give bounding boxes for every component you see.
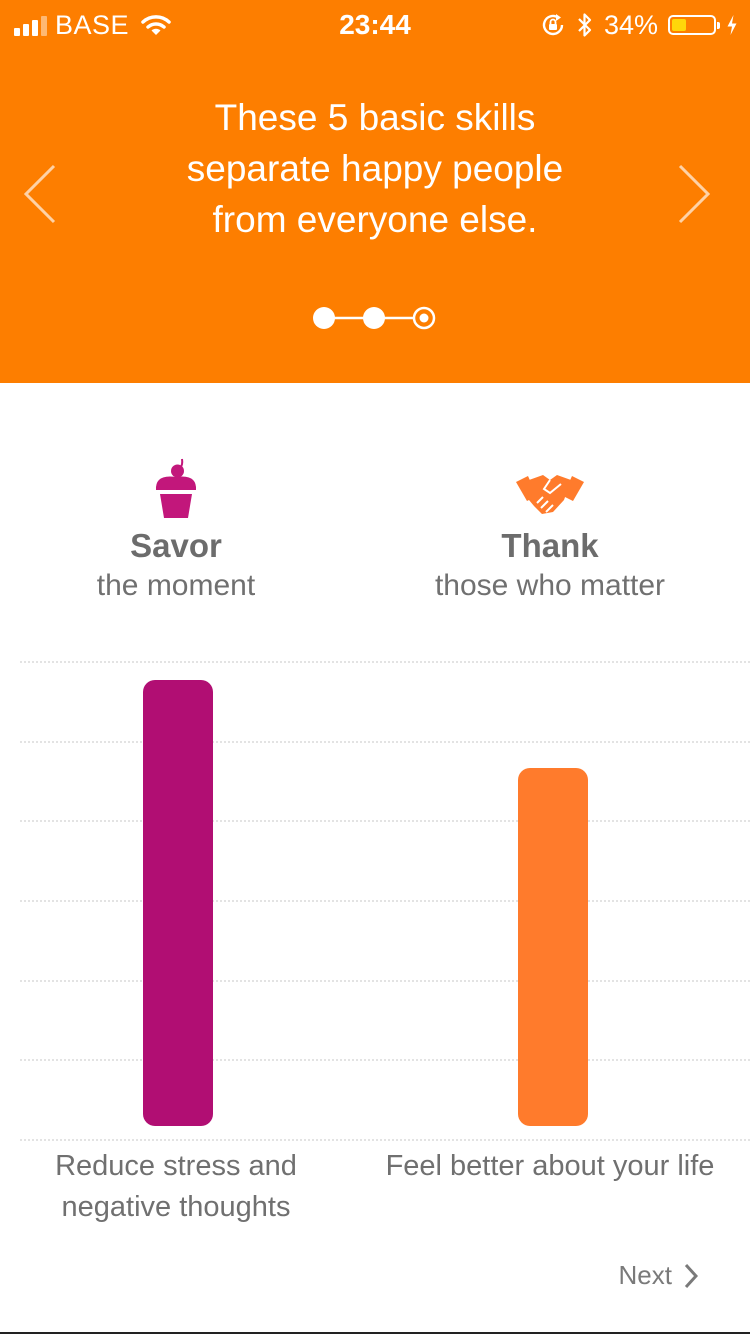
outcome-label: Reduce stress and negative thoughts (55, 1150, 297, 1223)
skill-description: the moment (96, 569, 256, 602)
page-title: These 5 basic skills separate happy peop… (186, 97, 564, 240)
next-button-label: Next (618, 1260, 672, 1290)
skill-description: those who matter (434, 569, 666, 602)
grid-line (20, 900, 750, 902)
skill-name: Thank (501, 527, 599, 564)
charging-icon (727, 15, 737, 35)
grid-line (20, 820, 750, 823)
grid-line (20, 1059, 750, 1062)
chevron-right-icon (684, 1263, 698, 1288)
grid-line (20, 979, 750, 982)
battery-icon (668, 15, 720, 35)
status-bar: BASE 23:44 34% (0, 0, 750, 50)
cupcake-icon (155, 458, 197, 518)
grid-line (20, 661, 750, 663)
bluetooth-icon (578, 13, 592, 37)
grid-line (20, 1139, 750, 1141)
onboarding-header: BASE 23:44 34% These 5 basic skills sepa… (0, 0, 750, 383)
outcome-label: Feel better about your life (385, 1150, 715, 1182)
orientation-lock-icon (542, 14, 564, 36)
page-indicator[interactable] (310, 304, 440, 334)
chart-bar (518, 767, 588, 1126)
handshake-icon (516, 475, 584, 514)
page-dot[interactable] (363, 307, 385, 329)
next-button[interactable]: Next (619, 1260, 698, 1291)
skill-name: Savor (130, 527, 222, 564)
chart-bar (143, 679, 213, 1126)
page-dot[interactable] (313, 307, 335, 329)
skill-thank: Thank those who matter (380, 450, 720, 606)
skill-savor: Savor the moment (6, 450, 346, 606)
battery-percent: 34% (603, 9, 658, 40)
grid-line (20, 740, 750, 743)
previous-arrow-icon[interactable] (20, 162, 60, 226)
next-arrow-icon[interactable] (674, 162, 714, 226)
